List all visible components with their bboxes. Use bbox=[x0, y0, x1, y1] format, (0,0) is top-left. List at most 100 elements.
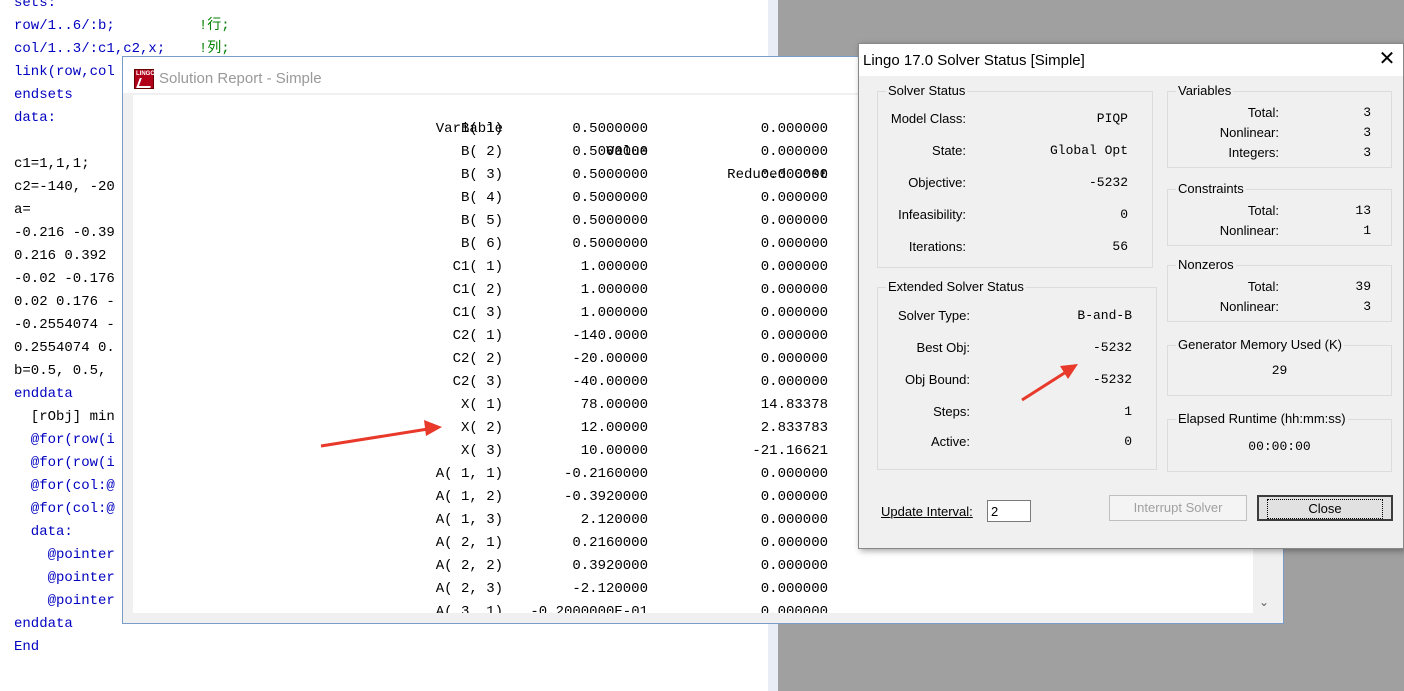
objective-label: Objective: bbox=[908, 175, 966, 190]
editor-line: b=0.5, 0.5, bbox=[14, 363, 107, 379]
nonzeros-total-value: 39 bbox=[1355, 279, 1371, 294]
editor-token: !行; bbox=[198, 18, 230, 34]
obj-bound-value: -5232 bbox=[1092, 372, 1132, 387]
editor-line: a= bbox=[14, 202, 31, 218]
editor-line: link(row,col bbox=[14, 64, 115, 80]
reduced-cost-cell: 0.000000 bbox=[760, 581, 828, 597]
report-row: A( 2, 1) 0.2160000 0.000000 bbox=[133, 532, 853, 555]
reduced-cost-cell: 0.000000 bbox=[760, 282, 828, 298]
report-row: X( 1) 78.00000 14.83378 bbox=[133, 394, 853, 417]
best-obj-label: Best Obj: bbox=[916, 340, 970, 355]
report-row: A( 1, 3) 2.120000 0.000000 bbox=[133, 509, 853, 532]
steps-label: Steps: bbox=[933, 404, 970, 419]
update-interval-label: Update Interval: bbox=[881, 504, 973, 519]
reduced-cost-cell: 0.000000 bbox=[760, 489, 828, 505]
editor-line: @for(row(i bbox=[14, 432, 115, 448]
scroll-down-chevron-icon[interactable]: ⌄ bbox=[1255, 593, 1273, 611]
report-row: C1( 3) 1.000000 0.000000 bbox=[133, 302, 853, 325]
variables-group: Variables Total: 3 Nonlinear: 3 Integers… bbox=[1167, 83, 1392, 168]
variable-cell: B( 1) bbox=[460, 121, 503, 137]
editor-line: [rObj] min bbox=[14, 409, 115, 425]
objective-value: -5232 bbox=[1088, 175, 1128, 190]
report-row: A( 3, 1) -0.2000000E-01 0.000000 bbox=[133, 601, 853, 613]
reduced-cost-cell: 0.000000 bbox=[760, 351, 828, 367]
value-cell: 1.000000 bbox=[580, 282, 648, 298]
group-title: Variables bbox=[1176, 83, 1234, 98]
editor-line: @pointer bbox=[14, 547, 115, 563]
nonzeros-nonlinear-label: Nonlinear: bbox=[1219, 299, 1279, 314]
variable-cell: X( 3) bbox=[460, 443, 503, 459]
update-interval-input[interactable] bbox=[987, 500, 1031, 522]
report-row: B( 5) 0.5000000 0.000000 bbox=[133, 210, 853, 233]
editor-line: -0.2554074 - bbox=[14, 317, 115, 333]
iterations-value: 56 bbox=[1112, 239, 1128, 254]
reduced-cost-cell: 2.833783 bbox=[760, 420, 828, 436]
value-cell: 0.5000000 bbox=[572, 121, 648, 137]
nonzeros-total-label: Total: bbox=[1247, 279, 1279, 294]
reduced-cost-cell: 0.000000 bbox=[760, 466, 828, 482]
editor-line: -0.216 -0.39 bbox=[14, 225, 115, 241]
editor-line: enddata bbox=[14, 386, 73, 402]
report-row: B( 6) 0.5000000 0.000000 bbox=[133, 233, 853, 256]
group-title: Extended Solver Status bbox=[886, 279, 1026, 294]
editor-line: data: bbox=[14, 524, 73, 540]
active-label: Active: bbox=[930, 434, 970, 449]
variable-cell: B( 5) bbox=[460, 213, 503, 229]
variable-cell: A( 1, 3) bbox=[435, 512, 503, 528]
constraints-total-value: 13 bbox=[1355, 203, 1371, 218]
report-row: A( 2, 3) -2.120000 0.000000 bbox=[133, 578, 853, 601]
close-icon[interactable]: ✕ bbox=[1377, 49, 1397, 69]
variables-integers-label: Integers: bbox=[1228, 145, 1279, 160]
constraints-nonlinear-label: Nonlinear: bbox=[1219, 223, 1279, 238]
value-cell: -40.00000 bbox=[572, 374, 648, 390]
nonzeros-nonlinear-value: 3 bbox=[1363, 299, 1371, 314]
solver-type-value: B-and-B bbox=[1077, 308, 1132, 323]
report-row: B( 4) 0.5000000 0.000000 bbox=[133, 187, 853, 210]
reduced-cost-cell: 0.000000 bbox=[760, 305, 828, 321]
editor-line: sets: bbox=[14, 0, 57, 11]
reduced-cost-cell: 0.000000 bbox=[760, 144, 828, 160]
editor-line: @for(col:@ bbox=[14, 478, 115, 494]
value-cell: 10.00000 bbox=[580, 443, 648, 459]
state-label: State: bbox=[932, 143, 966, 158]
report-row: X( 2) 12.00000 2.833783 bbox=[133, 417, 853, 440]
solver-title: Lingo 17.0 Solver Status [Simple] bbox=[863, 52, 1085, 69]
reduced-cost-cell: 0.000000 bbox=[760, 328, 828, 344]
report-title: Solution Report - Simple bbox=[159, 70, 322, 87]
report-row: B( 2) 0.5000000 0.000000 bbox=[133, 141, 853, 164]
editor-line: endsets bbox=[14, 87, 73, 103]
variable-cell: A( 1, 2) bbox=[435, 489, 503, 505]
interrupt-solver-button[interactable]: Interrupt Solver bbox=[1109, 495, 1247, 521]
report-row: A( 1, 1) -0.2160000 0.000000 bbox=[133, 463, 853, 486]
variable-cell: X( 2) bbox=[460, 420, 503, 436]
variable-cell: B( 3) bbox=[460, 167, 503, 183]
infeasibility-label: Infeasibility: bbox=[898, 207, 966, 222]
best-obj-value: -5232 bbox=[1092, 340, 1132, 355]
editor-line: c1=1,1,1; bbox=[14, 156, 90, 172]
group-title: Constraints bbox=[1176, 181, 1246, 196]
infeasibility-value: 0 bbox=[1120, 207, 1128, 222]
editor-token: col/1..3/:c1,c2,x; bbox=[14, 41, 199, 57]
editor-line: 0.2554074 0. bbox=[14, 340, 115, 356]
value-cell: -0.3920000 bbox=[563, 489, 648, 505]
constraints-nonlinear-value: 1 bbox=[1363, 223, 1371, 238]
group-title: Nonzeros bbox=[1176, 257, 1236, 272]
report-row: C1( 2) 1.000000 0.000000 bbox=[133, 279, 853, 302]
model-class-value: PIQP bbox=[1096, 111, 1128, 126]
elapsed-runtime-value: 00:00:00 bbox=[1248, 439, 1311, 454]
value-cell: 0.5000000 bbox=[572, 213, 648, 229]
reduced-cost-cell: 0.000000 bbox=[760, 121, 828, 137]
variable-cell: C1( 2) bbox=[452, 282, 503, 298]
reduced-cost-cell: 0.000000 bbox=[760, 167, 828, 183]
solver-titlebar[interactable]: Lingo 17.0 Solver Status [Simple] ✕ bbox=[859, 44, 1403, 76]
editor-token: row/1..6/:b; bbox=[14, 18, 199, 34]
value-cell: -0.2160000 bbox=[563, 466, 648, 482]
variable-cell: A( 2, 1) bbox=[435, 535, 503, 551]
group-title: Solver Status bbox=[886, 83, 968, 98]
solver-type-label: Solver Type: bbox=[897, 308, 970, 323]
variable-cell: C2( 2) bbox=[452, 351, 503, 367]
variables-integers-value: 3 bbox=[1363, 145, 1371, 160]
value-cell: 12.00000 bbox=[580, 420, 648, 436]
state-value: Global Opt bbox=[1049, 143, 1128, 158]
close-button[interactable]: Close bbox=[1257, 495, 1393, 521]
